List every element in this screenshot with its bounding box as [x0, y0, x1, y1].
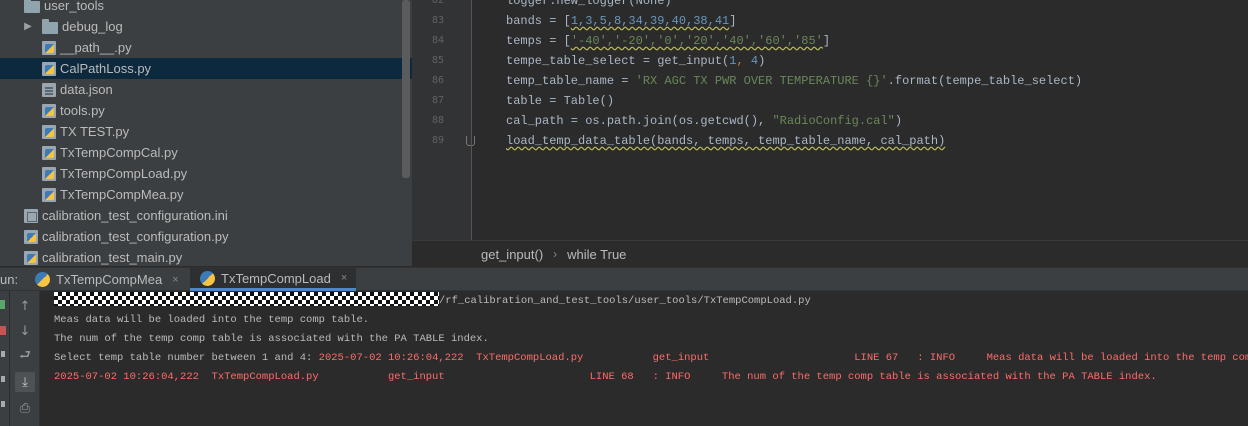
console-line: The num of the temp comp table is associ…: [54, 333, 489, 345]
python-file-icon: [42, 40, 56, 55]
run-tab-bar: un: TxTempCompMea × TxTempCompLoad ×: [0, 267, 1248, 291]
python-file-icon: [42, 145, 56, 160]
code-line-88: cal_path = os.path.join(os.getcwd(), "Ra…: [506, 114, 903, 128]
code-line-85: tempe_table_select = get_input(1, 4): [506, 54, 766, 68]
line-number: 87: [431, 95, 444, 106]
folder-icon: [42, 19, 58, 34]
python-file-icon: [42, 61, 56, 76]
tree-file-txtempcompmea[interactable]: TxTempCompMea.py: [0, 184, 400, 205]
line-number: 84: [431, 35, 444, 46]
breadcrumb-item-while-true[interactable]: while True: [567, 247, 626, 262]
code-line-86: temp_table_name = 'RX AGC TX PWR OVER TE…: [506, 74, 1083, 88]
stop-icon[interactable]: [0, 326, 6, 335]
folder-icon: [24, 0, 40, 13]
tree-file-tx-test[interactable]: TX TEST.py: [0, 121, 400, 142]
close-icon[interactable]: ×: [341, 272, 347, 284]
chevron-right-icon[interactable]: ▶: [22, 21, 34, 32]
tree-file-tools[interactable]: tools.py: [0, 100, 400, 121]
toolbar-icon[interactable]: [1, 376, 5, 382]
line-number: 86: [431, 75, 444, 86]
code-editor[interactable]: 82 83 84 85 86 87 88 89 logger.new_logge…: [412, 0, 1248, 240]
close-icon[interactable]: ×: [172, 274, 178, 286]
line-number: 85: [431, 55, 444, 66]
tree-scrollbar[interactable]: [402, 0, 410, 178]
arrow-up-icon[interactable]: ↑: [15, 296, 35, 316]
python-file-icon: [42, 103, 56, 118]
arrow-down-icon[interactable]: ↓: [15, 321, 35, 341]
python-file-icon: [35, 272, 50, 287]
run-console[interactable]: /rf_calibration_and_test_tools/user_tool…: [41, 291, 1248, 426]
python-file-icon: [42, 166, 56, 181]
redacted-path-block: [54, 292, 439, 306]
breadcrumb: get_input() › while True: [412, 240, 1248, 267]
tree-folder-debug-log[interactable]: ▶ debug_log: [0, 16, 400, 37]
rerun-icon[interactable]: [0, 300, 5, 309]
tree-file-main-py[interactable]: calibration_test_main.py: [0, 247, 400, 266]
tab-txtempcompmea[interactable]: TxTempCompMea ×: [25, 268, 187, 291]
tree-file-txtempcompload[interactable]: TxTempCompLoad.py: [0, 163, 400, 184]
console-line-path: /rf_calibration_and_test_tools/user_tool…: [54, 292, 811, 311]
python-file-icon: [42, 187, 56, 202]
json-file-icon: [42, 82, 56, 97]
console-line-error: 2025-07-02 10:26:04,222 TxTempCompLoad.p…: [54, 371, 1157, 383]
scroll-to-end-icon[interactable]: ⤓: [15, 372, 35, 392]
soft-wrap-icon[interactable]: ⮐: [15, 347, 35, 367]
line-number-gutter: 82 83 84 85 86 87 88 89: [412, 0, 472, 240]
console-line-prompt: Select temp table number between 1 and 4…: [54, 352, 1248, 364]
code-line-83: bands = [1,3,5,8,34,39,40,38,41]: [506, 14, 737, 28]
ini-file-icon: [24, 208, 38, 223]
run-toolbar: ↑ ↓ ⮐ ⤓ ⎙: [10, 291, 40, 426]
run-action-strip: [0, 291, 9, 426]
code-line-89: load_temp_data_table(bands, temps, temp_…: [506, 134, 946, 148]
gutter-divider: [471, 0, 472, 240]
project-tree: user_tools ▶ debug_log __path__.py CalPa…: [0, 0, 412, 266]
tree-file-txtempcompcal[interactable]: TxTempCompCal.py: [0, 142, 400, 163]
code-line-84: temps = ['-40','-20','0','20','40','60',…: [506, 34, 831, 48]
tab-txtempcompload[interactable]: TxTempCompLoad ×: [190, 268, 356, 291]
tree-file-config-ini[interactable]: calibration_test_configuration.ini: [0, 205, 400, 226]
tree-folder-user-tools[interactable]: user_tools: [0, 0, 400, 16]
python-file-icon: [24, 229, 38, 244]
line-number: 89: [431, 135, 444, 146]
toolbar-icon[interactable]: [1, 351, 5, 357]
python-file-icon: [42, 124, 56, 139]
print-icon[interactable]: ⎙: [15, 398, 35, 418]
line-number: 82: [431, 0, 444, 6]
tree-file-calpathloss[interactable]: CalPathLoss.py: [0, 58, 412, 79]
line-number: 88: [431, 115, 444, 126]
python-file-icon: [24, 250, 38, 265]
tree-file-path-py[interactable]: __path__.py: [0, 37, 400, 58]
code-line-87: table = Table(): [506, 94, 615, 108]
breadcrumb-separator: ›: [553, 247, 558, 261]
line-number: 83: [431, 15, 444, 26]
breadcrumb-item-get-input[interactable]: get_input(): [481, 247, 543, 262]
run-label: un:: [0, 272, 19, 287]
code-line-82: logger.new_logger(None): [506, 0, 672, 8]
tree-file-data-json[interactable]: data.json: [0, 79, 400, 100]
python-file-icon: [200, 270, 215, 286]
toolbar-icon[interactable]: [1, 401, 5, 407]
console-line: Meas data will be loaded into the temp c…: [54, 314, 370, 326]
tree-file-config-py[interactable]: calibration_test_configuration.py: [0, 226, 400, 247]
